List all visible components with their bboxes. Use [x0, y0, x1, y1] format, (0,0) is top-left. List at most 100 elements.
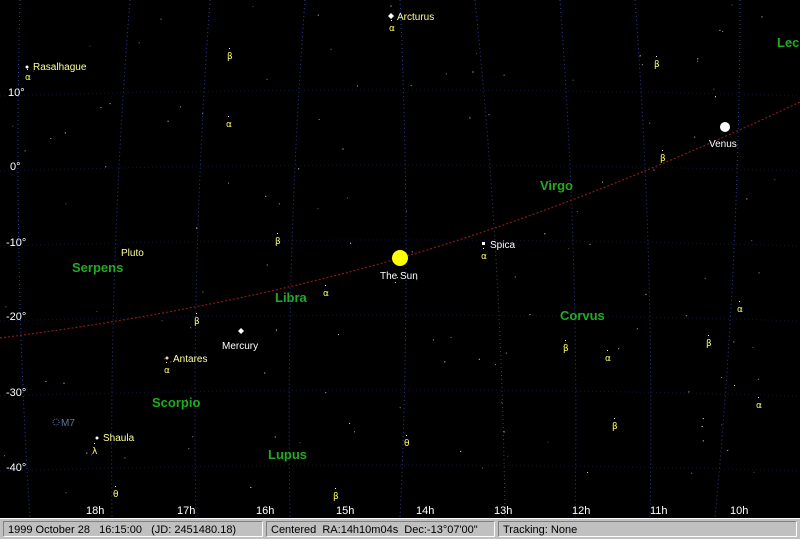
- greek-designation: θ: [113, 490, 119, 500]
- faint-star: [330, 48, 332, 50]
- ra-gridline: [559, 0, 577, 518]
- faint-star: [188, 448, 190, 450]
- ra-label: 15h: [336, 505, 354, 517]
- faint-star: [727, 449, 729, 451]
- star-icon: [25, 65, 29, 69]
- faint-star: [252, 6, 254, 7]
- planet-label: Pluto: [121, 248, 144, 259]
- faint-star: [460, 450, 462, 452]
- planet-pluto[interactable]: Pluto: [121, 248, 144, 259]
- open-cluster-icon: [52, 418, 60, 426]
- greek-designation: λ: [92, 447, 98, 457]
- faint-star: [697, 60, 699, 62]
- faint-star: [450, 336, 452, 338]
- star-point: [115, 486, 116, 487]
- faint-star: [639, 55, 641, 57]
- faint-star: [96, 311, 98, 312]
- star-arcturus[interactable]: Arcturus: [388, 12, 434, 23]
- star-point: [325, 285, 326, 286]
- faint-star: [318, 119, 320, 120]
- faint-star: [196, 227, 198, 229]
- dec-label: -40°: [6, 462, 26, 474]
- faint-star: [488, 114, 490, 116]
- star-spica[interactable]: Spica: [482, 240, 515, 251]
- star-point: [196, 313, 197, 314]
- faint-star: [100, 107, 102, 108]
- faint-star: [719, 29, 721, 31]
- star-point: [166, 362, 167, 363]
- status-centered: Centered RA:14h10m04s Dec:-13°07'00": [266, 521, 495, 537]
- ecliptic-line: [0, 101, 800, 339]
- faint-star: [478, 358, 480, 360]
- greek-designation: β: [706, 339, 712, 349]
- faint-star: [45, 381, 47, 382]
- star-point: [739, 301, 740, 302]
- star-label: Rasalhague: [33, 62, 87, 73]
- faint-star: [688, 391, 690, 393]
- faint-star: [432, 339, 434, 341]
- faint-star: [192, 436, 194, 438]
- faint-star: [399, 407, 401, 409]
- star-antares[interactable]: Antares: [165, 354, 208, 365]
- faint-star: [317, 208, 319, 210]
- planet-mercury[interactable]: Mercury: [222, 328, 258, 352]
- star-point: [406, 435, 407, 436]
- faint-star: [65, 203, 67, 205]
- faint-star: [547, 441, 549, 443]
- faint-star: [202, 113, 204, 115]
- faint-star: [190, 327, 192, 329]
- ra-gridline: [288, 0, 306, 518]
- faint-star: [298, 168, 300, 170]
- star-label: Shaula: [103, 433, 135, 444]
- faint-star: [501, 402, 503, 404]
- ra-label: 14h: [416, 505, 434, 517]
- faint-star: [641, 64, 643, 66]
- faint-star: [587, 472, 589, 473]
- faint-star: [138, 42, 140, 44]
- constellation-label: Libra: [275, 290, 308, 305]
- status-tracking: Tracking: None: [498, 521, 797, 537]
- faint-star: [476, 53, 478, 55]
- faint-star: [701, 426, 703, 428]
- faint-star: [568, 248, 570, 250]
- faint-star: [757, 378, 759, 380]
- star-rasalhague[interactable]: Rasalhague: [25, 62, 87, 73]
- faint-star: [410, 85, 412, 87]
- faint-star: [170, 361, 172, 363]
- faint-star: [722, 30, 724, 32]
- status-bar: 1999 October 28 16:15:00 (JD: 2451480.18…: [0, 518, 800, 539]
- faint-star: [529, 314, 531, 316]
- faint-star: [697, 58, 699, 60]
- faint-star: [495, 364, 496, 366]
- greek-designation: α: [226, 120, 232, 130]
- star-point: [94, 443, 95, 444]
- faint-star: [721, 424, 723, 426]
- faint-star: [228, 182, 229, 184]
- dec-label: -10°: [6, 237, 26, 249]
- faint-star: [774, 179, 776, 181]
- bright-star-icon: [388, 13, 394, 19]
- faint-star: [636, 328, 638, 330]
- faint-star: [356, 85, 358, 87]
- faint-star: [266, 264, 268, 266]
- sky-chart[interactable]: α α α β β β β α α β α β α β α α β λ θ β θ 10° 0° -10° -20° -…: [0, 0, 800, 518]
- faint-star: [507, 455, 509, 457]
- faint-star: [325, 392, 327, 394]
- star-shaula[interactable]: Shaula: [95, 433, 135, 444]
- greek-designation: β: [563, 344, 569, 354]
- star-point: [483, 248, 484, 249]
- faint-star: [4, 455, 5, 457]
- faint-star: [444, 361, 446, 363]
- constellation-label: Corvus: [560, 308, 605, 323]
- faint-star: [86, 452, 88, 454]
- faint-star: [124, 457, 126, 459]
- dec-gridline: [0, 89, 800, 97]
- faint-star: [390, 5, 392, 7]
- planet-venus[interactable]: Venus: [709, 122, 737, 150]
- constellation-label: Lupus: [268, 447, 307, 462]
- faint-star: [731, 4, 733, 6]
- faint-star: [469, 117, 471, 119]
- faint-star: [751, 240, 753, 242]
- faint-star: [50, 138, 52, 139]
- deep-sky-m7[interactable]: M7: [52, 418, 75, 429]
